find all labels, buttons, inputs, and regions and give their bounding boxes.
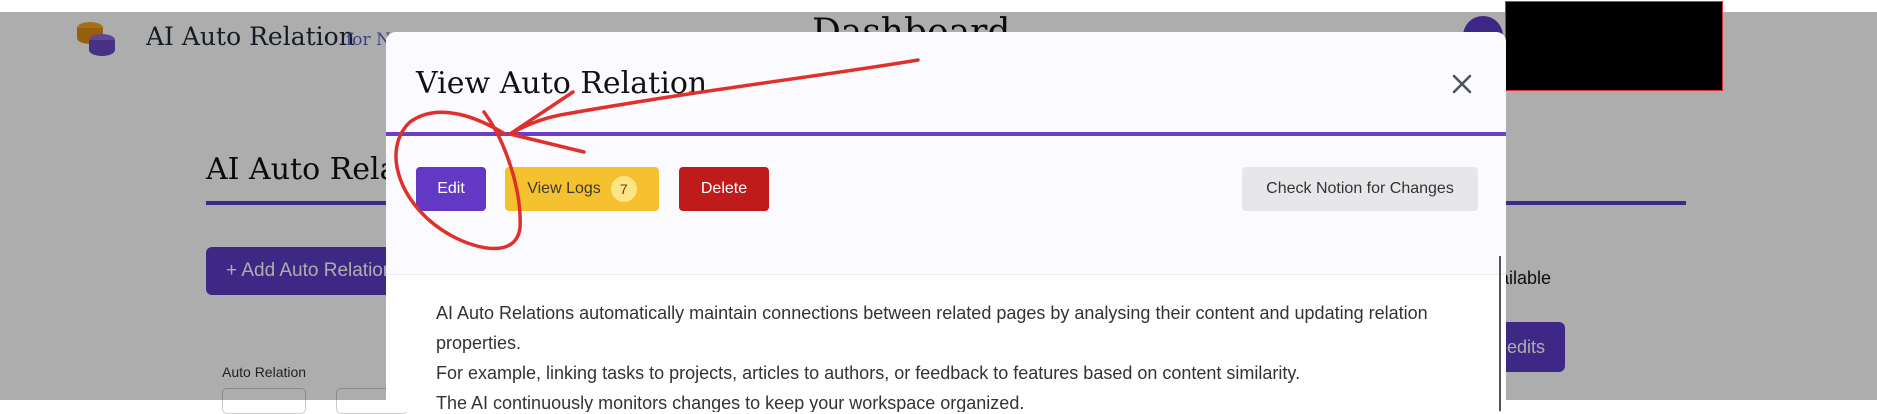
modal-title: View Auto Relation [416,66,708,101]
description-line: AI Auto Relations automatically maintain… [436,303,1428,353]
modal-actions: Edit View Logs 7 Delete Check Notion for… [386,136,1506,275]
check-notion-button[interactable]: Check Notion for Changes [1242,167,1478,211]
close-icon[interactable] [1444,66,1480,102]
modal-header: View Auto Relation [386,32,1506,132]
description-line: For example, linking tasks to projects, … [436,363,1301,383]
view-auto-relation-modal: View Auto Relation Edit View Logs 7 Dele… [386,32,1506,412]
modal-scrollbar[interactable] [1499,256,1501,412]
description-line: The AI continuously monitors changes to … [436,393,1025,412]
delete-button[interactable]: Delete [679,167,769,211]
edit-button[interactable]: Edit [416,167,486,211]
redacted-block [1505,1,1723,91]
logs-count-badge: 7 [610,176,637,202]
view-logs-button[interactable]: View Logs 7 [505,167,659,211]
modal-description: AI Auto Relations automatically maintain… [436,298,1456,412]
view-logs-label: View Logs [527,180,601,197]
